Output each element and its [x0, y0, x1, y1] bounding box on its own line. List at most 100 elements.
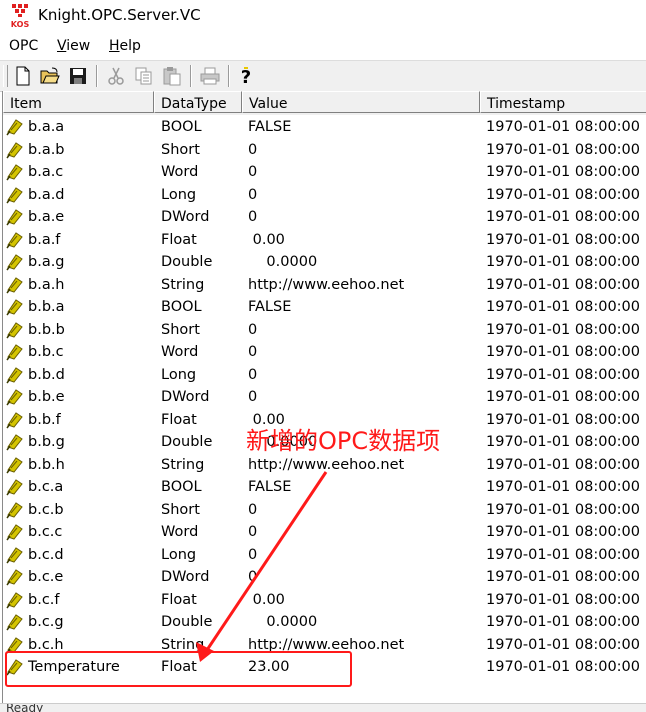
tag-icon — [6, 186, 23, 203]
item-datatype: BOOL — [161, 119, 202, 135]
item-value: 0.0000 — [248, 254, 318, 270]
table-row[interactable]: b.b.d Long 0 1970-01-01 08:00:00 — [3, 364, 646, 387]
item-name: b.a.e — [28, 209, 65, 225]
item-timestamp: 1970-01-01 08:00:00 — [486, 344, 640, 360]
item-value: 0 — [248, 366, 258, 383]
menu-opc[interactable]: OPC — [7, 36, 40, 56]
tag-icon — [6, 299, 23, 316]
listview-header: Item DataType Value Timestamp — [3, 91, 646, 115]
table-row[interactable]: b.a.a BOOL FALSE 1970-01-01 08:00:00 — [3, 116, 646, 139]
item-timestamp: 1970-01-01 08:00:00 — [486, 411, 640, 428]
toolbar-separator-3 — [228, 65, 230, 87]
table-row[interactable]: b.a.g Double 0.0000 1970-01-01 08:00:00 — [3, 251, 646, 274]
item-value: 0 — [248, 321, 258, 338]
save-button[interactable] — [66, 64, 90, 87]
item-name: b.b.a — [28, 299, 65, 315]
item-datatype: Long — [161, 546, 197, 563]
table-row[interactable]: b.c.e DWord 0 1970-01-01 08:00:00 — [3, 566, 646, 589]
toolbar-separator-2 — [190, 65, 192, 87]
item-datatype: Double — [161, 434, 213, 450]
opc-items-listview[interactable]: Item DataType Value Timestamp b.a.a BOOL F… — [2, 91, 646, 703]
item-timestamp: 1970-01-01 08:00:00 — [486, 614, 640, 630]
item-datatype: DWord — [161, 389, 210, 405]
table-row[interactable]: b.b.b Short 0 1970-01-01 08:00:00 — [3, 319, 646, 342]
item-value: http://www.eehoo.net — [248, 456, 405, 473]
copy-icon — [135, 67, 152, 85]
item-timestamp: 1970-01-01 08:00:00 — [486, 164, 640, 180]
paste-icon — [163, 67, 181, 86]
paste-button[interactable] — [160, 64, 184, 87]
item-datatype: DWord — [161, 569, 210, 585]
table-row[interactable]: b.a.d Long 0 1970-01-01 08:00:00 — [3, 184, 646, 207]
column-header-datatype[interactable]: DataType — [154, 91, 242, 113]
item-value: 0 — [248, 186, 258, 203]
tag-icon — [6, 321, 23, 338]
menu-view-accel: V — [57, 38, 67, 54]
tag-icon — [6, 524, 23, 541]
table-row[interactable]: b.c.b Short 0 1970-01-01 08:00:00 — [3, 499, 646, 522]
open-button[interactable] — [38, 64, 62, 87]
item-name: b.c.a — [28, 479, 64, 495]
item-timestamp: 1970-01-01 08:00:00 — [486, 186, 640, 203]
new-file-button[interactable] — [11, 64, 35, 87]
window-title: Knight.OPC.Server.VC — [38, 6, 201, 24]
table-row[interactable]: b.a.f Float 0.00 1970-01-01 08:00:00 — [3, 229, 646, 252]
column-header-item[interactable]: Item — [3, 91, 154, 113]
item-name: b.b.e — [28, 389, 65, 405]
toolbar-grip[interactable] — [3, 65, 8, 87]
print-button[interactable] — [198, 64, 222, 87]
item-timestamp: 1970-01-01 08:00:00 — [486, 456, 640, 473]
menu-view[interactable]: View — [55, 36, 92, 56]
column-header-value[interactable]: Value — [242, 91, 480, 113]
menu-help[interactable]: Help — [107, 36, 143, 56]
table-row[interactable]: b.b.c Word 0 1970-01-01 08:00:00 — [3, 341, 646, 364]
item-datatype: Long — [161, 186, 197, 203]
table-row[interactable]: b.c.f Float 0.00 1970-01-01 08:00:00 — [3, 589, 646, 612]
item-value: FALSE — [248, 479, 292, 495]
table-row[interactable]: b.b.a BOOL FALSE 1970-01-01 08:00:00 — [3, 296, 646, 319]
item-datatype: Word — [161, 164, 199, 180]
item-datatype: BOOL — [161, 479, 202, 495]
item-value: 0 — [248, 164, 258, 180]
item-timestamp: 1970-01-01 08:00:00 — [486, 659, 640, 675]
item-timestamp: 1970-01-01 08:00:00 — [486, 209, 640, 225]
highlight-box — [5, 651, 352, 687]
open-folder-icon — [40, 67, 60, 84]
item-name: b.b.b — [28, 321, 65, 338]
table-row[interactable]: b.a.e DWord 0 1970-01-01 08:00:00 — [3, 206, 646, 229]
item-value: 0.00 — [248, 231, 285, 248]
item-name: b.a.c — [28, 164, 64, 180]
item-value: 0 — [248, 546, 258, 563]
item-name: b.b.g — [28, 434, 65, 450]
table-row[interactable]: b.b.e DWord 0 1970-01-01 08:00:00 — [3, 386, 646, 409]
tag-icon — [6, 501, 23, 518]
tag-icon — [6, 411, 23, 428]
toolbar-separator — [96, 65, 98, 87]
item-name: b.a.f — [28, 231, 61, 248]
cut-button[interactable] — [104, 64, 128, 87]
table-row[interactable]: b.c.a BOOL FALSE 1970-01-01 08:00:00 — [3, 476, 646, 499]
item-name: b.b.c — [28, 344, 64, 360]
help-button[interactable]: ? — [234, 64, 258, 87]
item-timestamp: 1970-01-01 08:00:00 — [486, 389, 640, 405]
copy-button[interactable] — [132, 64, 156, 87]
table-row[interactable]: b.a.b Short 0 1970-01-01 08:00:00 — [3, 139, 646, 162]
tag-icon — [6, 456, 23, 473]
item-timestamp: 1970-01-01 08:00:00 — [486, 119, 640, 135]
tag-icon — [6, 119, 23, 136]
table-row[interactable]: b.a.c Word 0 1970-01-01 08:00:00 — [3, 161, 646, 184]
table-row[interactable]: b.c.d Long 0 1970-01-01 08:00:00 — [3, 544, 646, 567]
app-logo-text: KOS — [11, 20, 30, 29]
item-datatype: Double — [161, 614, 213, 630]
table-row[interactable]: b.b.h String http://www.eehoo.net 1970-01-0… — [3, 454, 646, 477]
item-datatype: Short — [161, 501, 200, 518]
column-header-timestamp[interactable]: Timestamp — [480, 91, 646, 113]
table-row[interactable]: b.c.g Double 0.0000 1970-01-01 08:00:00 — [3, 611, 646, 634]
print-icon — [200, 67, 220, 85]
tag-icon — [6, 164, 23, 181]
item-name: b.c.b — [28, 501, 64, 518]
table-row[interactable]: b.c.c Word 0 1970-01-01 08:00:00 — [3, 521, 646, 544]
item-value: http://www.eehoo.net — [248, 276, 405, 293]
item-timestamp: 1970-01-01 08:00:00 — [486, 366, 640, 383]
table-row[interactable]: b.a.h String http://www.eehoo.net 1970-01-0… — [3, 274, 646, 297]
